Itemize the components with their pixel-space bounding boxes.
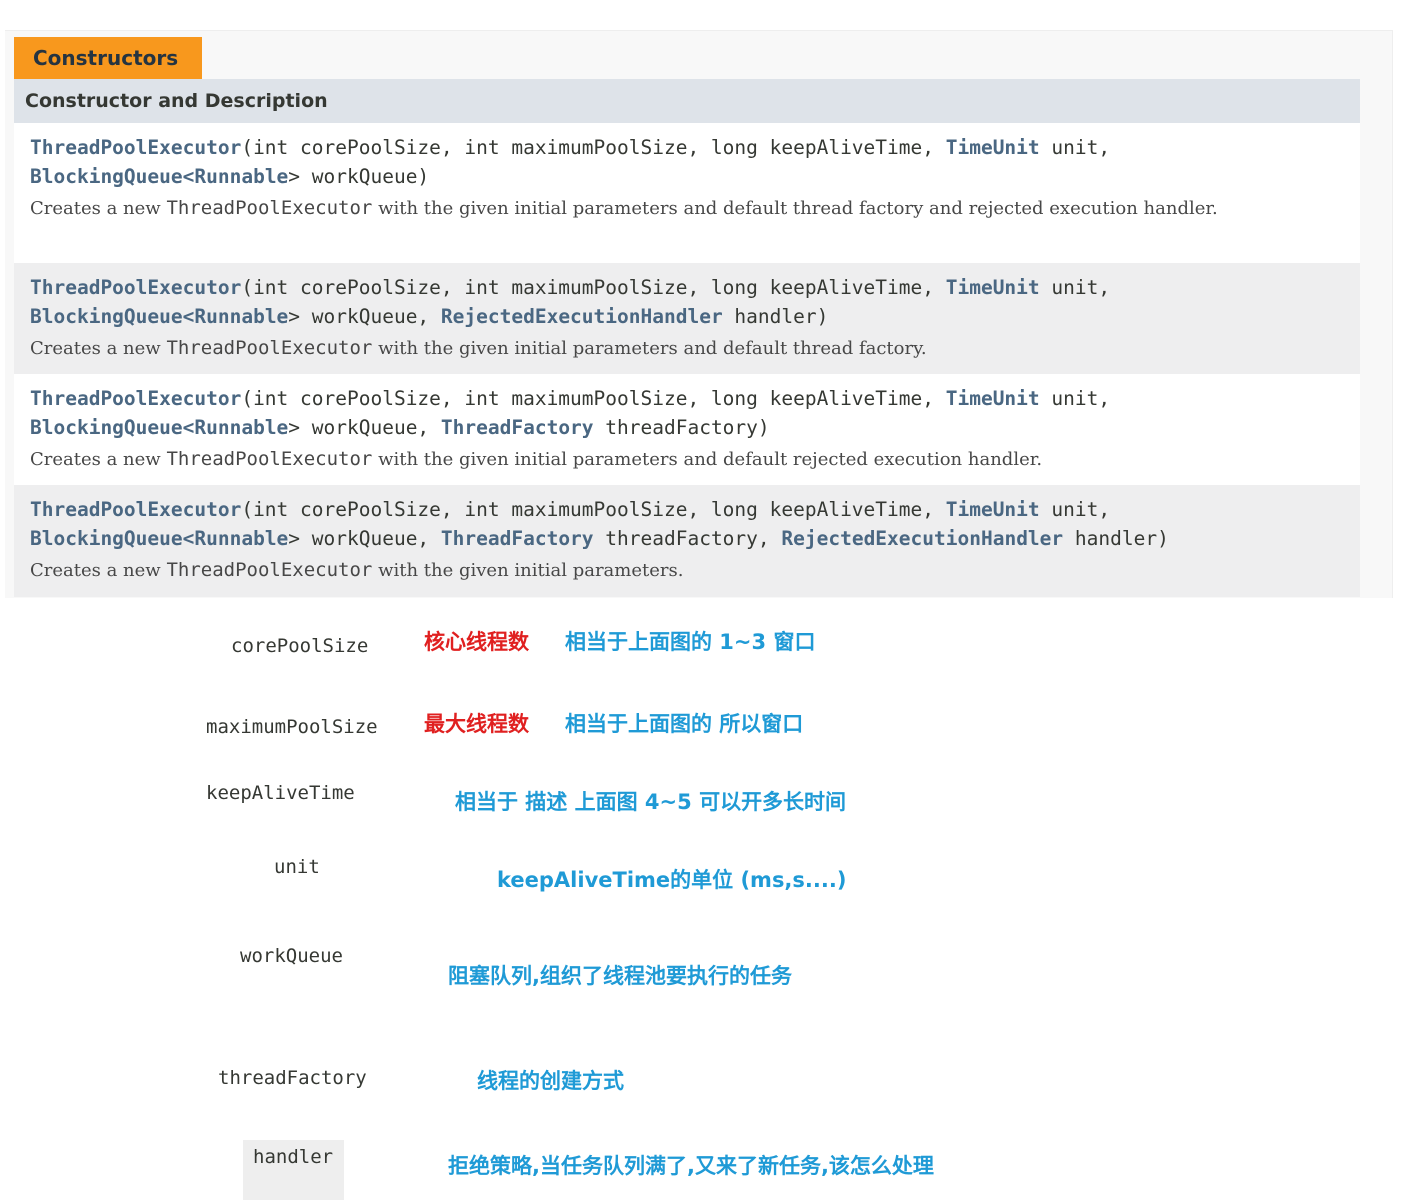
param-unit: unit: [274, 856, 320, 878]
blockingqueue-link[interactable]: BlockingQueue: [30, 165, 183, 188]
timeunit-link[interactable]: TimeUnit: [946, 387, 1040, 410]
constructor-signature: ThreadPoolExecutor(int corePoolSize, int…: [30, 136, 1111, 188]
runnable-link[interactable]: Runnable: [194, 165, 288, 188]
constructor-link[interactable]: ThreadPoolExecutor: [30, 387, 241, 410]
constructors-caption-tab: Constructors: [14, 37, 202, 79]
table-header: Constructor and Description: [14, 79, 1360, 123]
note-unit-blue: keepAliveTime的单位 (ms,s....): [497, 868, 847, 892]
runnable-link[interactable]: Runnable: [194, 527, 288, 550]
param-threadfactory: threadFactory: [218, 1067, 367, 1089]
threadfactory-link[interactable]: ThreadFactory: [441, 416, 594, 439]
param-keepalivetime: keepAliveTime: [206, 782, 355, 804]
constructor-signature: ThreadPoolExecutor(int corePoolSize, int…: [30, 276, 1111, 328]
note-corepoolsize-blue: 相当于上面图的 1~3 窗口: [565, 630, 816, 654]
constructor-description: Creates a new ThreadPoolExecutor with th…: [30, 448, 1043, 470]
blockingqueue-link[interactable]: BlockingQueue: [30, 305, 183, 328]
param-corepoolsize: corePoolSize: [231, 635, 369, 657]
constructor-table: Constructor and Description ThreadPoolEx…: [14, 79, 1360, 597]
constructor-description: Creates a new ThreadPoolExecutor with th…: [30, 337, 927, 359]
blockingqueue-link[interactable]: BlockingQueue: [30, 416, 183, 439]
param-handler: handler: [253, 1146, 334, 1168]
constructor-link[interactable]: ThreadPoolExecutor: [30, 136, 241, 159]
note-corepoolsize-red: 核心线程数: [424, 630, 529, 654]
timeunit-link[interactable]: TimeUnit: [946, 276, 1040, 299]
note-workqueue-blue: 阻塞队列,组织了线程池要执行的任务: [448, 964, 792, 988]
timeunit-link[interactable]: TimeUnit: [946, 498, 1040, 521]
param-workqueue: workQueue: [240, 945, 343, 967]
runnable-link[interactable]: Runnable: [194, 416, 288, 439]
note-maximumpoolsize-blue: 相当于上面图的 所以窗口: [565, 712, 804, 736]
note-maximumpoolsize-red: 最大线程数: [424, 712, 529, 736]
constructor-row-4: ThreadPoolExecutor(int corePoolSize, int…: [14, 485, 1360, 597]
note-threadfactory-blue: 线程的创建方式: [477, 1069, 624, 1093]
constructor-description: Creates a new ThreadPoolExecutor with th…: [30, 197, 1218, 219]
note-keepalivetime-blue: 相当于 描述 上面图 4~5 可以开多长时间: [455, 790, 847, 814]
constructor-row-3: ThreadPoolExecutor(int corePoolSize, int…: [14, 374, 1360, 485]
timeunit-link[interactable]: TimeUnit: [946, 136, 1040, 159]
param-maximumpoolsize: maximumPoolSize: [206, 716, 378, 738]
constructor-signature: ThreadPoolExecutor(int corePoolSize, int…: [30, 387, 1111, 439]
constructor-signature: ThreadPoolExecutor(int corePoolSize, int…: [30, 498, 1169, 550]
constructor-description: Creates a new ThreadPoolExecutor with th…: [30, 559, 684, 581]
note-handler-blue: 拒绝策略,当任务队列满了,又来了新任务,该怎么处理: [448, 1154, 934, 1178]
constructor-row-1: ThreadPoolExecutor(int corePoolSize, int…: [14, 123, 1360, 263]
blockingqueue-link[interactable]: BlockingQueue: [30, 527, 183, 550]
rejectedexecutionhandler-link[interactable]: RejectedExecutionHandler: [781, 527, 1063, 550]
constructor-link[interactable]: ThreadPoolExecutor: [30, 276, 241, 299]
constructor-link[interactable]: ThreadPoolExecutor: [30, 498, 241, 521]
runnable-link[interactable]: Runnable: [194, 305, 288, 328]
cropped-text-fragment: [232, 666, 392, 671]
threadfactory-link[interactable]: ThreadFactory: [441, 527, 594, 550]
constructor-row-2: ThreadPoolExecutor(int corePoolSize, int…: [14, 263, 1360, 374]
rejectedexecutionhandler-link[interactable]: RejectedExecutionHandler: [441, 305, 723, 328]
